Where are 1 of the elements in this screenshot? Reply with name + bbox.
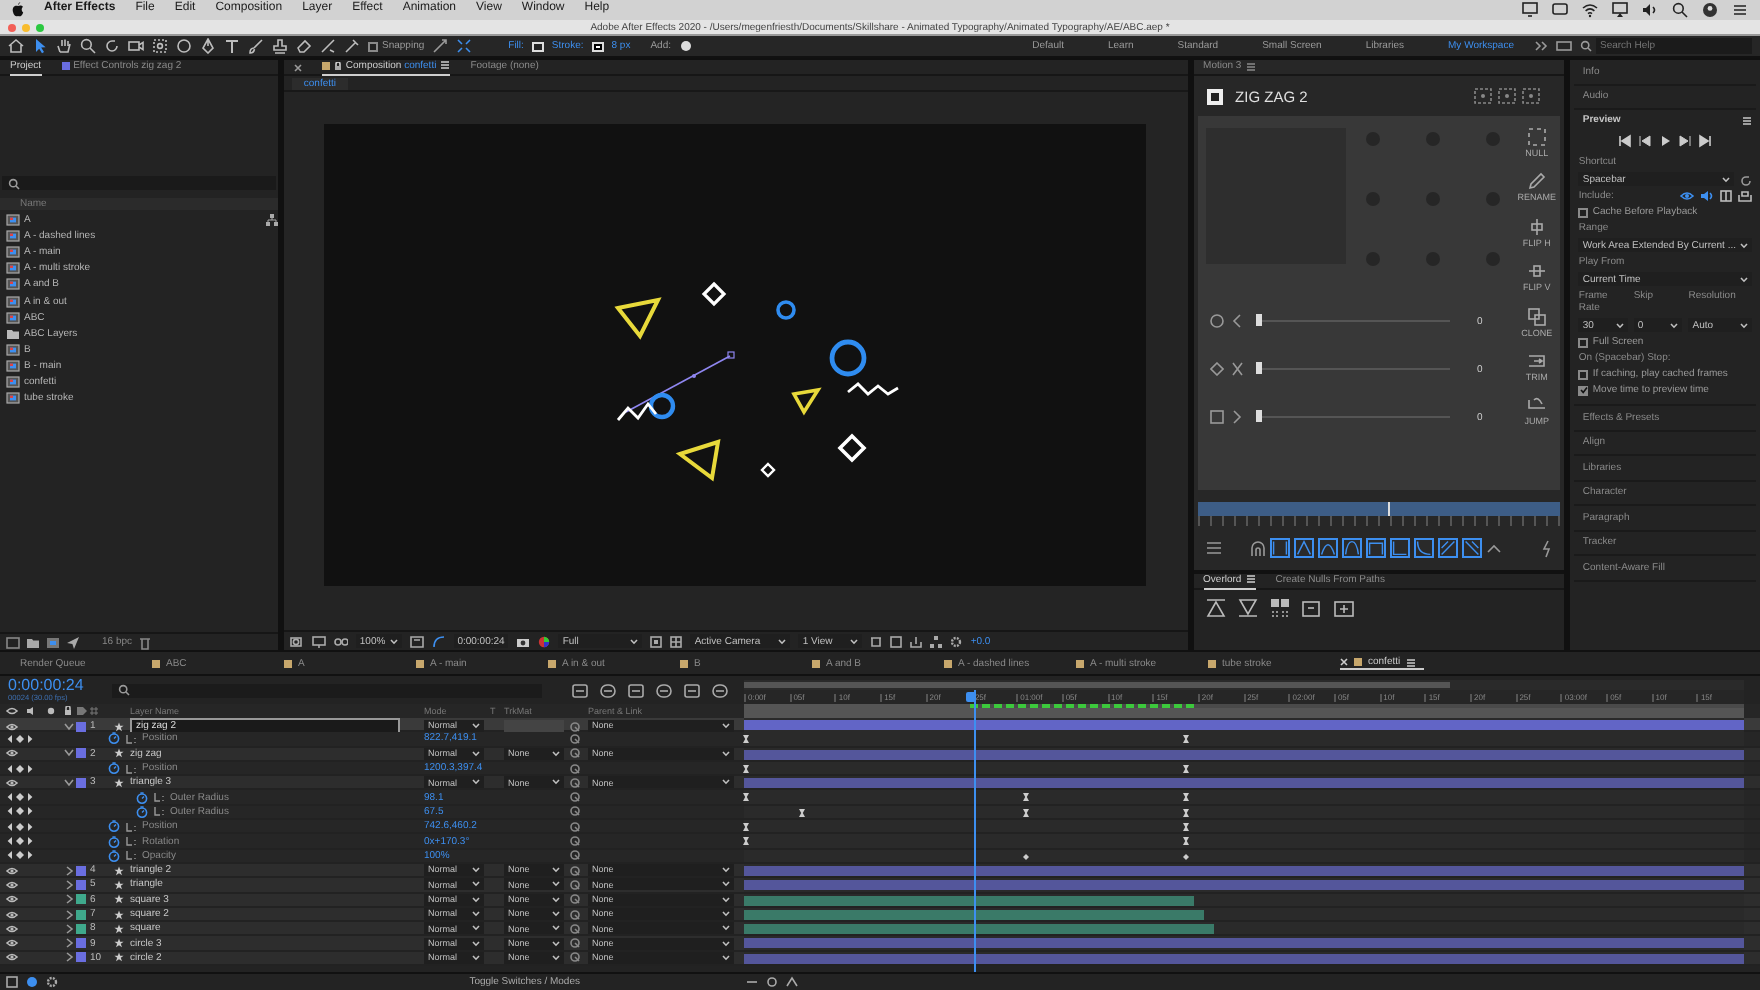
current-time-display[interactable]: 0:00:00:24: [8, 677, 84, 694]
